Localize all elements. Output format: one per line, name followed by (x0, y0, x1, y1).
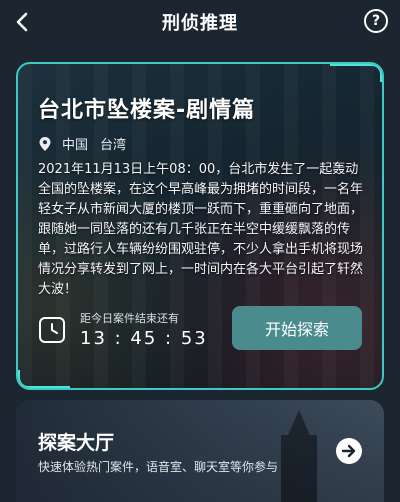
question-icon: ? (371, 13, 381, 29)
location-country: 中国 (62, 138, 89, 153)
location-pin-icon (39, 136, 51, 151)
case-title: 台北市坠楼案-剧情篇 (38, 98, 256, 123)
case-description: 2021年11月13日上午08：00，台北市发生了一起轰动全国的坠楼案，在这个早… (38, 162, 364, 297)
location-region: 台湾 (100, 138, 127, 153)
card-corner-decoration (18, 370, 70, 388)
hall-subtitle: 快速体验热门案件，语音室、聊天室等你参与 (38, 460, 279, 474)
hall-title: 探案大厅 (38, 432, 115, 454)
enter-hall-button[interactable] (336, 438, 362, 464)
case-timer: 距今日案件结束还有 13 : 45 : 53 (38, 310, 208, 349)
case-location: 中国 台湾 (38, 134, 126, 153)
help-button[interactable]: ? (364, 9, 388, 33)
card-corner-decoration (330, 64, 382, 82)
case-card: 台北市坠楼案-剧情篇 中国 台湾 2021年11月13日上午08：00，台北市发… (16, 62, 384, 390)
top-bar: 刑侦推理 ? (0, 0, 400, 44)
case-hall-card[interactable]: 探案大厅 快速体验热门案件，语音室、聊天室等你参与 (16, 400, 384, 502)
timer-countdown: 13 : 45 : 53 (80, 328, 208, 349)
back-button[interactable] (8, 8, 36, 36)
page-title: 刑侦推理 (162, 13, 238, 34)
timer-label: 距今日案件结束还有 (80, 312, 179, 325)
arrow-right-icon (341, 444, 356, 458)
clock-icon (39, 316, 65, 343)
chevron-left-icon (16, 12, 28, 32)
start-explore-button[interactable]: 开始探索 (232, 306, 362, 350)
